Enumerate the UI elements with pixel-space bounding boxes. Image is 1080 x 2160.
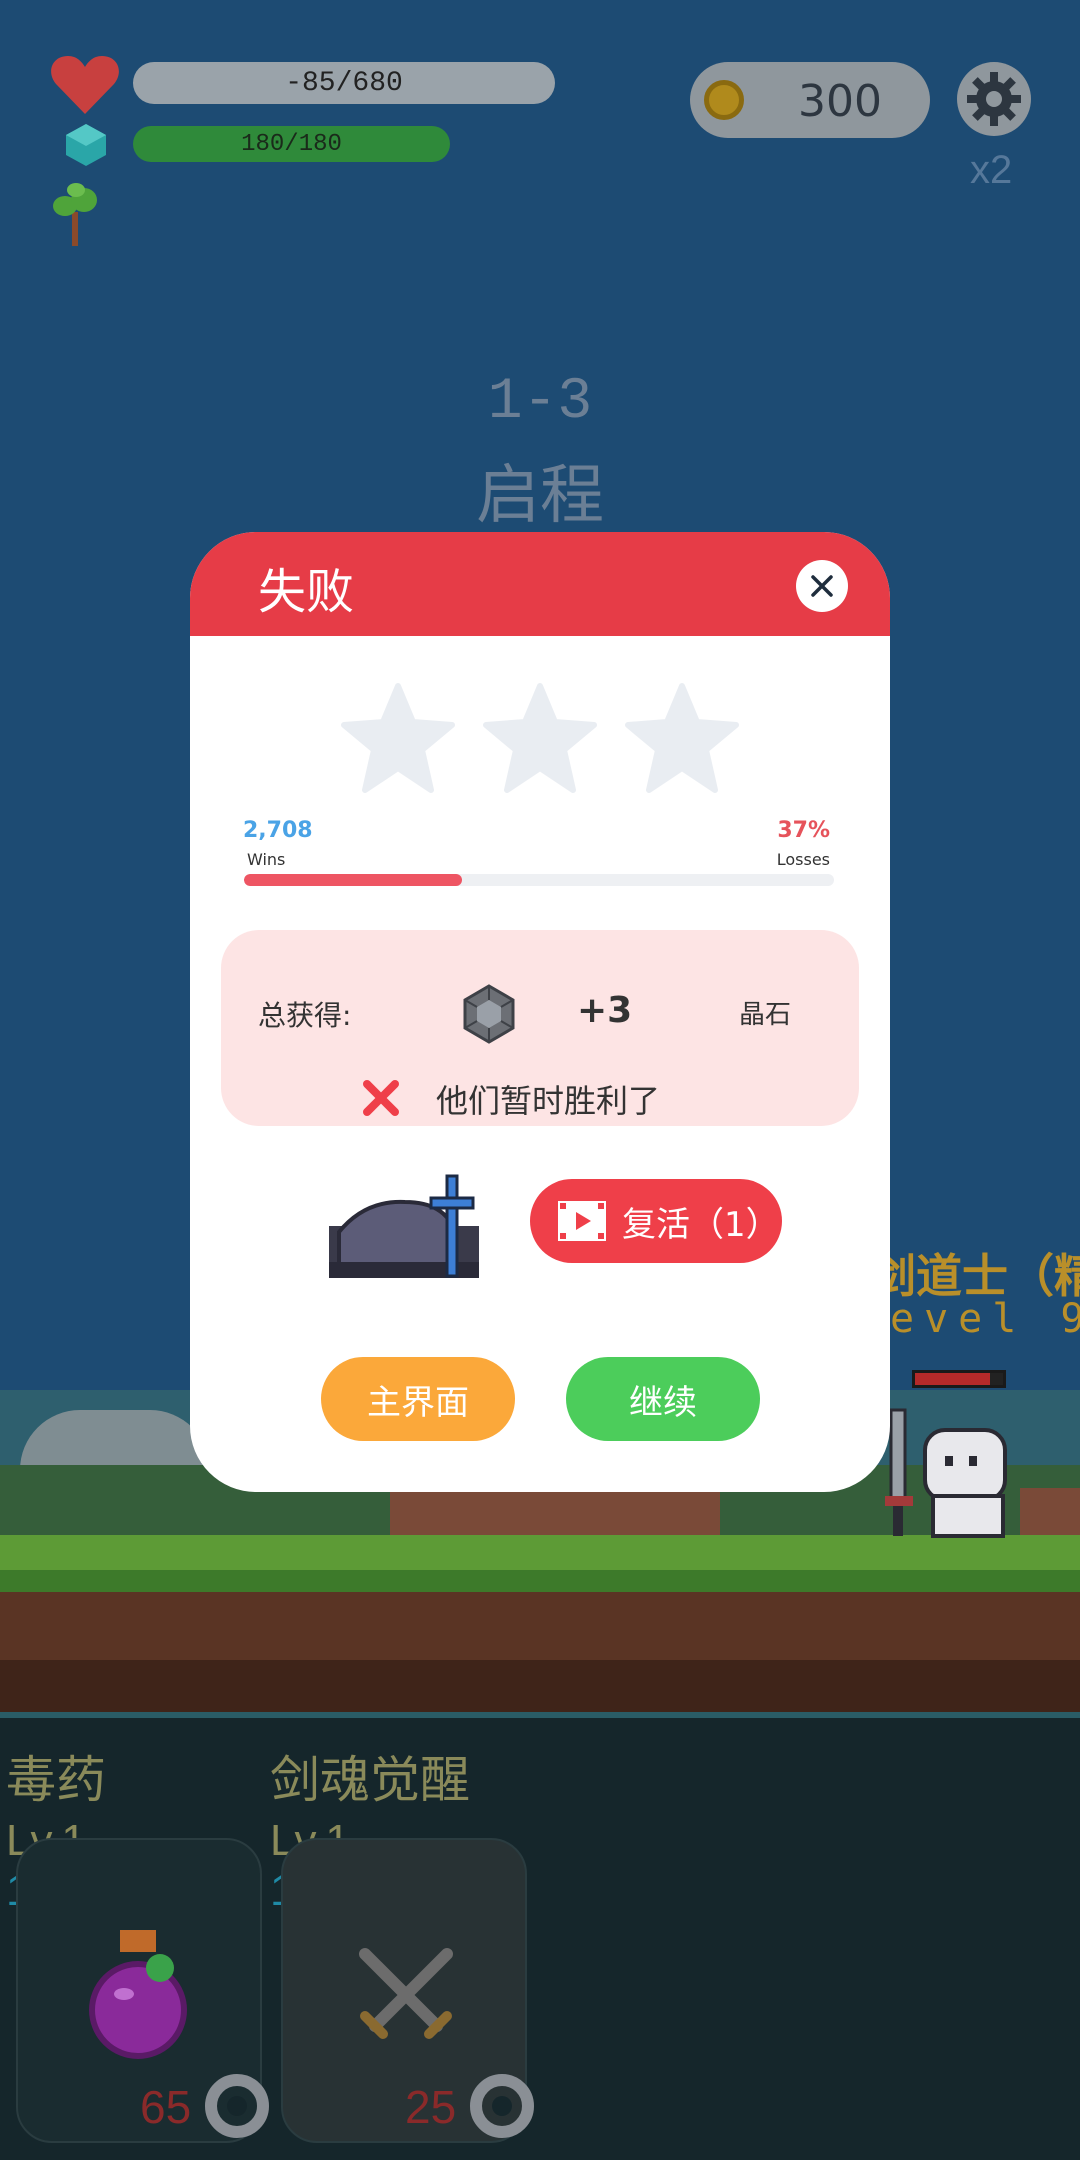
- video-ad-icon: [558, 1201, 606, 1241]
- ground-grass-edge: [0, 1570, 1080, 1592]
- star-icon: [483, 683, 597, 793]
- mana-crystal-icon: [66, 124, 106, 166]
- losses-label: Losses: [776, 850, 830, 869]
- stage-number: 1-3: [487, 370, 593, 435]
- continue-button[interactable]: 继续: [566, 1357, 760, 1441]
- tree-icon[interactable]: [50, 182, 100, 248]
- crossed-swords-icon: [359, 1948, 453, 2039]
- dialog-title: 失败: [258, 564, 355, 620]
- wins-value: 2,708: [243, 818, 313, 843]
- hp-text: -85/680: [285, 67, 403, 99]
- loss-ratio-fill: [244, 874, 463, 886]
- ground-dirt-deep: [0, 1660, 1080, 1715]
- dialog-header: 失败: [190, 532, 890, 636]
- revive-label: 复活（1）: [622, 1204, 780, 1245]
- skill-name: 毒药: [6, 1751, 106, 1809]
- close-button[interactable]: [796, 560, 848, 612]
- mana-text: 180/180: [241, 130, 342, 158]
- fail-message: 他们暂时胜利了: [436, 1082, 661, 1120]
- heart-icon: [51, 56, 119, 114]
- close-icon: [811, 575, 833, 597]
- crystal-gem-icon: [463, 984, 515, 1044]
- skill-panel-divider: [0, 1712, 1080, 1718]
- enemy-swordsman-sprite: [885, 1408, 1007, 1538]
- background-fence: [390, 1488, 720, 1538]
- reward-label: 总获得:: [258, 999, 352, 1032]
- poison-potion-icon: [89, 1930, 187, 2059]
- mana-bar: 180/180: [133, 126, 450, 162]
- losses-value: 37%: [777, 818, 830, 843]
- defeat-dialog: 失败 2,708 Wins 37% Losses 总获得: +3 晶石 他们暂时…: [190, 532, 890, 1492]
- star-icon: [341, 683, 455, 793]
- home-button[interactable]: 主界面: [321, 1357, 515, 1441]
- reward-amount: +3: [577, 990, 633, 1031]
- skill-name: 剑魂觉醒: [270, 1751, 470, 1809]
- gear-icon: [967, 72, 1021, 126]
- coin-icon: [704, 80, 744, 120]
- reward-box: 总获得: +3 晶石 他们暂时胜利了: [221, 930, 859, 1126]
- cooldown-icon: [205, 2074, 269, 2138]
- tombstone-icon: [329, 1174, 479, 1278]
- wins-label: Wins: [247, 850, 286, 869]
- enemy-hp-fill: [915, 1373, 990, 1385]
- speed-multiplier[interactable]: x2: [970, 148, 1012, 193]
- enemy-level: evel 9: [890, 1296, 1080, 1342]
- reward-name: 晶石: [739, 1000, 792, 1030]
- skill-cost: 25: [405, 2081, 457, 2133]
- cooldown-icon: [470, 2074, 534, 2138]
- enemy-hp-bar: [912, 1370, 1006, 1388]
- background-fence: [1020, 1488, 1080, 1538]
- win-loss-bar: [244, 874, 834, 886]
- revive-button[interactable]: 复活（1）: [530, 1179, 782, 1263]
- fail-x-icon: [363, 1080, 399, 1116]
- star-icon: [625, 683, 739, 793]
- hp-bar: -85/680: [133, 62, 555, 104]
- skill-cost: 65: [140, 2081, 192, 2133]
- coin-value: 300: [798, 75, 882, 127]
- settings-button[interactable]: [957, 62, 1031, 136]
- stage-name: 启程: [476, 459, 604, 533]
